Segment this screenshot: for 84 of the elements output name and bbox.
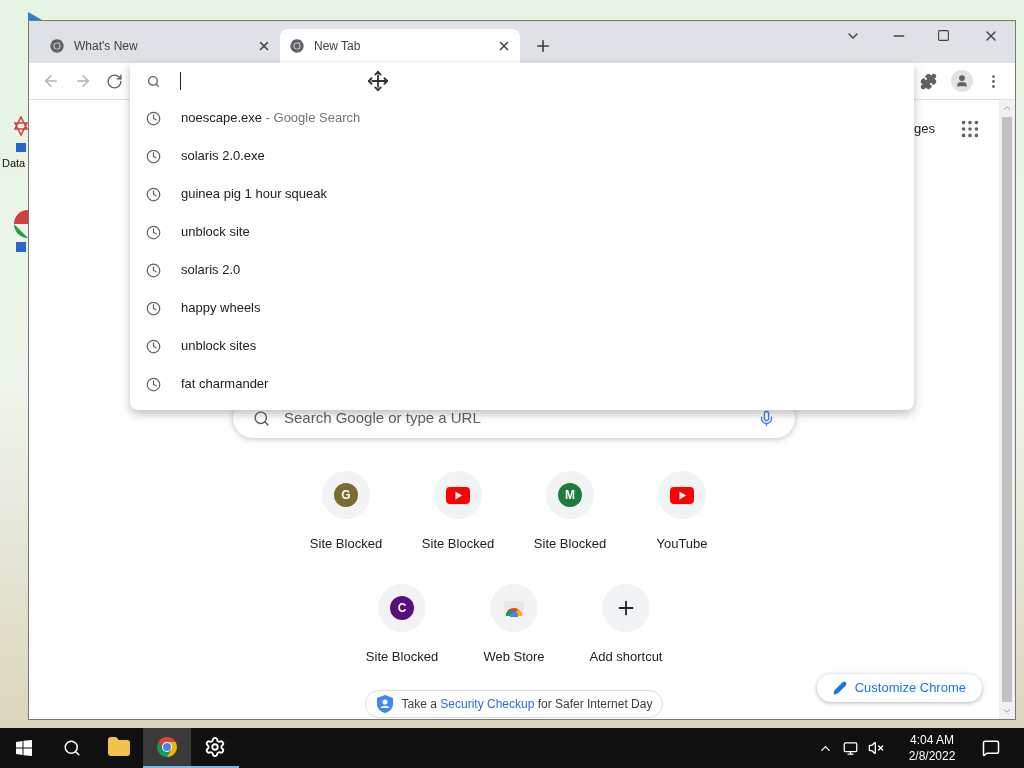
suggestion-row[interactable]: solaris 2.0.exe: [130, 137, 914, 175]
shortcut-label: Site Blocked: [421, 535, 495, 553]
site-letter-icon: C: [390, 596, 414, 620]
gear-icon: [204, 736, 226, 758]
history-icon: [146, 262, 161, 278]
apps-grid-icon[interactable]: [959, 118, 981, 140]
browser-icon: [49, 38, 65, 54]
suggestion-row[interactable]: happy wheels: [130, 289, 914, 327]
play-logo-icon: [670, 486, 694, 504]
move-cursor-icon: [367, 70, 389, 92]
suggestion-text: solaris 2.0.exe: [181, 147, 265, 166]
history-icon: [146, 110, 161, 126]
search-icon: [253, 409, 270, 427]
history-icon: [146, 338, 161, 354]
network-icon[interactable]: [843, 740, 858, 756]
store-icon: [503, 599, 525, 617]
windows-logo-icon[interactable]: [16, 740, 32, 756]
tab-title: New Tab: [314, 38, 362, 55]
history-icon: [146, 148, 161, 164]
suggestion-text: happy wheels: [181, 299, 261, 318]
search-icon: [147, 74, 160, 88]
shortcut-label: Add shortcut: [589, 648, 663, 666]
notifications-icon[interactable]: [982, 739, 1000, 757]
desktop-app-icon: [14, 115, 28, 153]
history-icon: [146, 224, 161, 240]
shortcut-label: Site Blocked: [533, 535, 607, 553]
scrollbar[interactable]: [999, 100, 1015, 719]
suggestion-text: unblock site: [181, 223, 250, 242]
shortcut-tile[interactable]: Site Blocked: [402, 471, 514, 577]
suggestion-row[interactable]: guinea pig 1 hour squeak: [130, 175, 914, 213]
shortcut-label: Site Blocked: [309, 535, 383, 553]
shortcut-tile[interactable]: G Site Blocked: [290, 471, 402, 577]
suggestion-text: noescape.exe - Google Search: [181, 109, 361, 128]
promo-text: Take a Security Checkup for Safer Internet Day: [401, 696, 653, 713]
puzzle-icon[interactable]: [920, 72, 937, 90]
maximize-icon[interactable]: [937, 29, 950, 42]
site-letter-icon: M: [558, 483, 582, 507]
desktop-icon-label: Data: [2, 158, 26, 169]
history-icon: [146, 186, 161, 202]
clock[interactable]: 4:04 AM 2/8/2022: [896, 732, 968, 764]
folder-icon: [107, 735, 131, 759]
shortcut-tile[interactable]: Web Store: [458, 584, 570, 690]
shortcut-tile[interactable]: C Site Blocked: [346, 584, 458, 690]
new-tab-icon[interactable]: [534, 37, 552, 55]
suggestion-row[interactable]: unblock sites: [130, 327, 914, 365]
shortcut-tile[interactable]: YouTube: [626, 471, 738, 577]
search-input[interactable]: Search Google or type a URL: [284, 406, 744, 430]
tab-title: What's New: [74, 38, 139, 55]
security-checkup-link[interactable]: Security Checkup: [440, 697, 535, 711]
suggestion-text: fat charmander: [181, 375, 269, 394]
suggestion-text: solaris 2.0: [181, 261, 241, 280]
browser-icon: [155, 735, 179, 759]
browser-tab[interactable]: New Tab: [280, 29, 520, 63]
clock-date: 2/8/2022: [908, 748, 956, 764]
browser-icon: [289, 38, 305, 54]
scrollbar-thumb[interactable]: [1002, 117, 1012, 702]
customize-button[interactable]: Customize Chrome: [816, 674, 982, 702]
shortcut-tile[interactable]: M Site Blocked: [514, 471, 626, 577]
shield-icon: [375, 694, 394, 714]
reload-icon[interactable]: [106, 72, 123, 90]
suggestion-row[interactable]: unblock site: [130, 213, 914, 251]
close-icon[interactable]: [257, 39, 271, 53]
suggestion-text: unblock sites: [181, 337, 257, 356]
images-link[interactable]: ges: [914, 119, 935, 139]
pencil-icon: [832, 681, 847, 695]
microphone-icon[interactable]: [758, 409, 775, 427]
shortcut-label: YouTube: [656, 535, 708, 553]
desktop-app-icon: [14, 210, 28, 254]
history-icon: [146, 376, 161, 392]
search-icon[interactable]: [63, 739, 81, 757]
shortcut-label: Web Store: [483, 648, 545, 666]
clock-time: 4:04 AM: [910, 732, 954, 748]
play-logo-icon: [446, 486, 470, 504]
shortcut-label: Site Blocked: [365, 648, 439, 666]
avatar-icon[interactable]: [951, 70, 973, 92]
suggestion-row[interactable]: noescape.exe - Google Search: [130, 99, 914, 137]
suggestion-text: guinea pig 1 hour squeak: [181, 185, 327, 204]
volume-muted-icon[interactable]: [868, 740, 884, 756]
taskbar-app[interactable]: [143, 728, 191, 768]
close-icon[interactable]: [497, 39, 511, 53]
history-icon: [146, 300, 161, 316]
site-letter-icon: G: [334, 483, 358, 507]
shortcut-tile[interactable]: Add shortcut: [570, 584, 682, 690]
suggestion-row[interactable]: solaris 2.0: [130, 251, 914, 289]
